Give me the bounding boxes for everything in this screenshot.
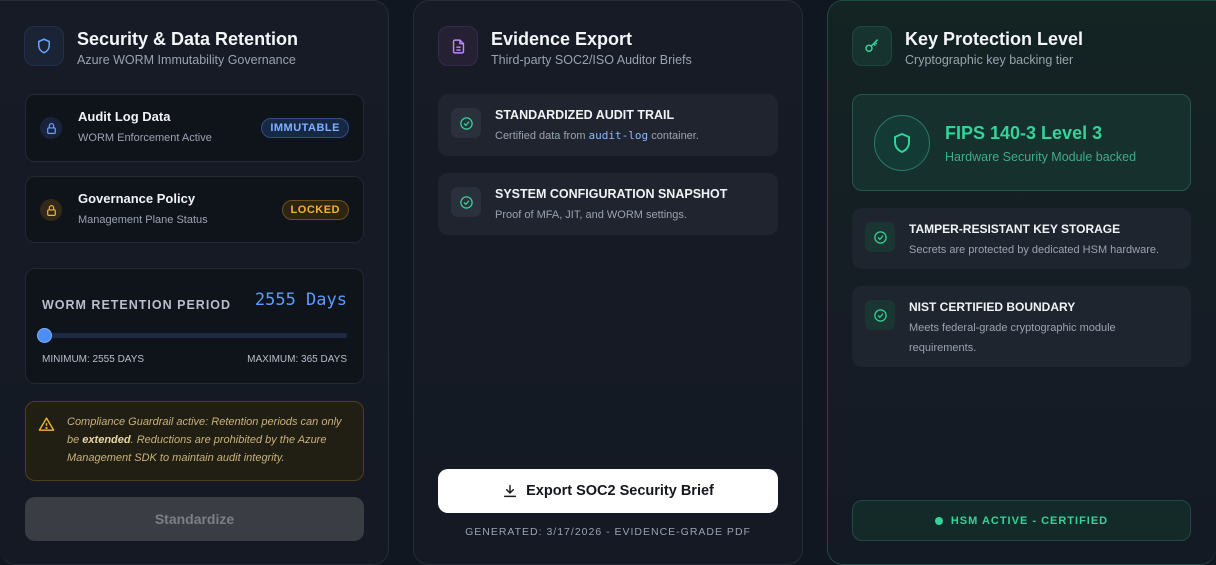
audit-trail-title: STANDARDIZED AUDIT TRAIL — [495, 108, 675, 122]
retention-value: 2555 Days — [254, 290, 347, 310]
audit-trail-item: STANDARDIZED AUDIT TRAIL Certified data … — [438, 94, 778, 156]
evidence-subtitle: Third-party SOC2/ISO Auditor Briefs — [491, 53, 692, 67]
check-circle-icon — [451, 187, 481, 217]
evidence-title: Evidence Export — [491, 29, 633, 49]
key-protection-panel: Key Protection Level Cryptographic key b… — [827, 0, 1216, 565]
compliance-warning: Compliance Guardrail active: Retention p… — [25, 401, 364, 481]
warning-emphasis: extended — [82, 434, 131, 446]
nist-boundary-title: NIST CERTIFIED BOUNDARY — [909, 300, 1076, 314]
key-protection-header: Key Protection Level Cryptographic key b… — [852, 26, 1083, 67]
security-panel: Security & Data Retention Azure WORM Imm… — [0, 0, 389, 565]
retention-label: WORM RETENTION PERIOD — [42, 298, 232, 312]
audit-log-card: Audit Log Data WORM Enforcement Active I… — [25, 94, 364, 162]
tamper-resistant-title: TAMPER-RESISTANT KEY STORAGE — [909, 222, 1121, 236]
evidence-panel: Evidence Export Third-party SOC2/ISO Aud… — [413, 0, 803, 565]
export-button[interactable]: Export SOC2 Security Brief — [438, 469, 778, 513]
retention-card: WORM RETENTION PERIOD 2555 Days MINIMUM:… — [25, 268, 364, 384]
security-title: Security & Data Retention — [77, 29, 299, 49]
nist-boundary-item: NIST CERTIFIED BOUNDARY Meets federal-gr… — [852, 286, 1191, 367]
audit-log-title: Audit Log Data — [78, 109, 171, 124]
governance-policy-subtitle: Management Plane Status — [78, 214, 208, 226]
document-icon — [438, 26, 478, 66]
config-snapshot-item: SYSTEM CONFIGURATION SNAPSHOT Proof of M… — [438, 173, 778, 235]
lock-icon — [40, 117, 62, 139]
governance-policy-card: Governance Policy Management Plane Statu… — [25, 176, 364, 243]
hsm-status-bar: HSM ACTIVE - CERTIFIED — [852, 500, 1191, 541]
export-button-label: Export SOC2 Security Brief — [526, 483, 714, 499]
check-circle-icon — [865, 222, 895, 252]
check-circle-icon — [451, 108, 481, 138]
slider-thumb[interactable] — [37, 328, 52, 343]
tamper-resistant-item: TAMPER-RESISTANT KEY STORAGE Secrets are… — [852, 208, 1191, 269]
config-snapshot-subtitle: Proof of MFA, JIT, and WORM settings. — [495, 209, 687, 221]
standardize-button[interactable]: Standardize — [25, 497, 364, 541]
nist-boundary-subtitle: Meets federal-grade cryptographic module… — [909, 322, 1116, 354]
retention-min-label: MINIMUM: 2555 DAYS — [42, 354, 145, 365]
status-dot — [934, 516, 943, 525]
locked-badge: LOCKED — [281, 200, 349, 220]
shield-icon — [874, 115, 930, 171]
audit-log-subtitle: WORM Enforcement Active — [78, 132, 212, 144]
fips-level-card: FIPS 140-3 Level 3 Hardware Security Mod… — [852, 94, 1191, 191]
key-protection-title: Key Protection Level — [905, 29, 1084, 49]
security-header: Security & Data Retention Azure WORM Imm… — [24, 26, 298, 67]
config-snapshot-title: SYSTEM CONFIGURATION SNAPSHOT — [495, 187, 728, 201]
key-icon — [852, 26, 892, 66]
lock-icon — [40, 199, 62, 221]
retention-slider[interactable] — [37, 328, 347, 343]
fips-level-title: FIPS 140-3 Level 3 — [945, 123, 1103, 143]
hsm-status-text: HSM ACTIVE - CERTIFIED — [950, 514, 1109, 527]
evidence-header: Evidence Export Third-party SOC2/ISO Aud… — [438, 26, 692, 67]
immutable-badge: IMMUTABLE — [261, 118, 349, 138]
security-subtitle: Azure WORM Immutability Governance — [77, 53, 296, 67]
key-protection-subtitle: Cryptographic key backing tier — [905, 53, 1074, 67]
generated-note: GENERATED: 3/17/2026 - EVIDENCE-GRADE PD… — [465, 526, 751, 538]
retention-max-label: MAXIMUM: 365 DAYS — [247, 354, 347, 365]
warning-text: Compliance Guardrail active: Retention p… — [67, 416, 342, 464]
audit-trail-subtitle: Certified data from audit-log container. — [495, 129, 699, 142]
check-circle-icon — [865, 300, 895, 330]
audit-log-code: audit-log — [588, 129, 649, 142]
shield-icon — [24, 26, 64, 66]
tamper-resistant-subtitle: Secrets are protected by dedicated HSM h… — [909, 244, 1160, 256]
governance-policy-title: Governance Policy — [78, 191, 196, 206]
fips-level-subtitle: Hardware Security Module backed — [945, 150, 1137, 164]
download-icon — [502, 483, 518, 499]
warning-icon — [38, 416, 55, 438]
